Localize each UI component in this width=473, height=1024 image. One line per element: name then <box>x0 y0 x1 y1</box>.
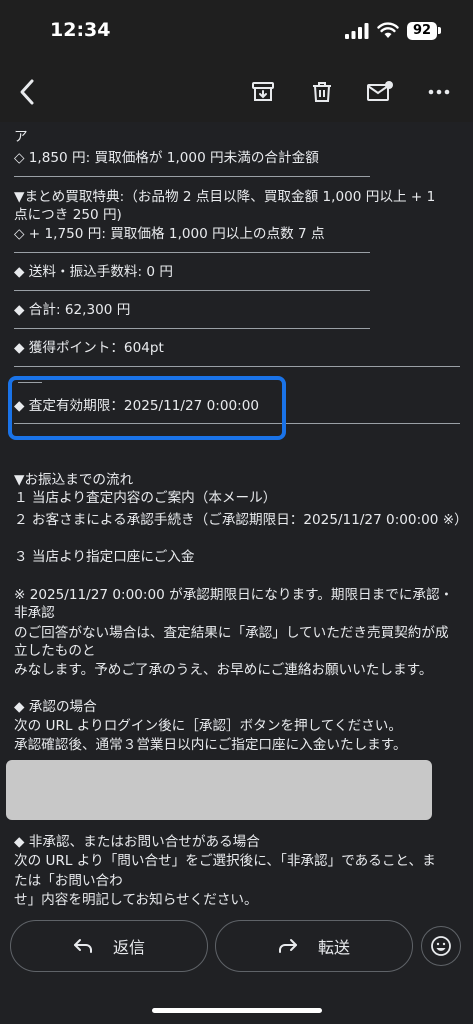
body-line: ◆ 非承認、またはお問い合せがある場合 <box>14 834 260 850</box>
archive-button[interactable] <box>245 74 281 110</box>
back-button[interactable] <box>9 74 45 110</box>
body-line: ※ 2025/11/27 0:00:00 が承認期限日になります。期限日までに承… <box>14 587 454 603</box>
body-line: 非承認 <box>14 605 55 621</box>
battery-tip <box>438 27 441 34</box>
body-line: ◇ + 1,750 円: 買取価格 1,000 円以上の点数 7 点 <box>14 226 325 242</box>
body-line: ◆ 承認の場合 <box>14 699 97 715</box>
bottom-action-bar: 返信 転送 <box>0 914 473 1024</box>
emoji-reaction-button[interactable] <box>421 926 461 966</box>
body-line: ３ 当店より指定口座にご入金 <box>14 549 195 565</box>
body-line: ◇ 1,850 円: 買取価格が 1,000 円未満の合計金額 <box>14 150 319 166</box>
divider <box>14 290 370 291</box>
body-line: 立したものと <box>14 643 96 659</box>
divider <box>14 366 460 367</box>
more-horizontal-icon <box>428 89 450 95</box>
archive-icon <box>252 82 274 101</box>
body-line: ◆ 合計: 62,300 円 <box>14 302 131 318</box>
body-line: １ 当店より査定内容のご案内（本メール） <box>14 490 277 506</box>
mark-unread-button[interactable] <box>362 74 398 110</box>
home-indicator[interactable] <box>152 1008 322 1013</box>
cellular-signal-icon <box>345 23 369 39</box>
body-line: 点につき 250 円) <box>14 207 122 223</box>
forward-icon <box>278 939 297 953</box>
more-button[interactable] <box>421 74 457 110</box>
body-line: ア <box>14 129 28 145</box>
status-time: 12:34 <box>50 19 111 41</box>
redacted-url-box <box>6 760 432 820</box>
body-line: たは「お問い合わ <box>14 873 123 889</box>
email-body: ア ◇ 1,850 円: 買取価格が 1,000 円未満の合計金額 ▼まとめ買取… <box>0 122 473 914</box>
body-line: せ」内容を明記してお知らせください。 <box>14 892 258 908</box>
body-line: ▼まとめ買取特典:（お品物 2 点目以降、買取金額 1,000 円以上 + 1 <box>14 189 436 205</box>
wifi-icon <box>377 22 399 38</box>
trash-icon <box>313 82 331 102</box>
smiley-icon <box>431 936 451 956</box>
reply-icon <box>73 939 92 953</box>
divider <box>14 176 370 177</box>
body-line: 次の URL より「問い合せ」をご選択後に、「非承認」であること、ま <box>14 853 436 869</box>
body-line: ２ お客さまによる承認手続き（ご承認期限日：2025/11/27 0:00:00… <box>14 512 468 528</box>
reply-button[interactable]: 返信 <box>10 920 208 972</box>
forward-button[interactable]: 転送 <box>215 920 413 972</box>
delete-button[interactable] <box>304 74 340 110</box>
divider <box>14 252 370 253</box>
status-bar: 12:34 92 <box>0 0 473 62</box>
battery-indicator: 92 <box>407 22 437 40</box>
body-line: のご回答がない場合は、査定結果に「承認」していただき売買契約が成 <box>14 625 449 641</box>
body-line: 承認確認後、通常３営業日以内にご指定口座に入金いたします。 <box>14 737 407 753</box>
forward-label: 転送 <box>317 938 350 957</box>
expiry-highlight-box <box>8 376 286 440</box>
body-line: ◆ 送料・振込手数料: 0 円 <box>14 264 173 280</box>
divider <box>14 328 370 329</box>
body-line: ▼お振込までの流れ <box>14 472 134 488</box>
chevron-left-icon <box>20 79 34 105</box>
body-line: みなします。予めご了承のうえ、お早めにご連絡お願いいたします。 <box>14 662 433 678</box>
mail-unread-icon <box>367 81 393 101</box>
email-toolbar <box>0 62 473 122</box>
reply-label: 返信 <box>112 938 145 957</box>
body-line: ◆ 獲得ポイント：604pt <box>14 340 164 356</box>
body-line: 次の URL よりログイン後に［承認］ボタンを押してください。 <box>14 718 402 734</box>
